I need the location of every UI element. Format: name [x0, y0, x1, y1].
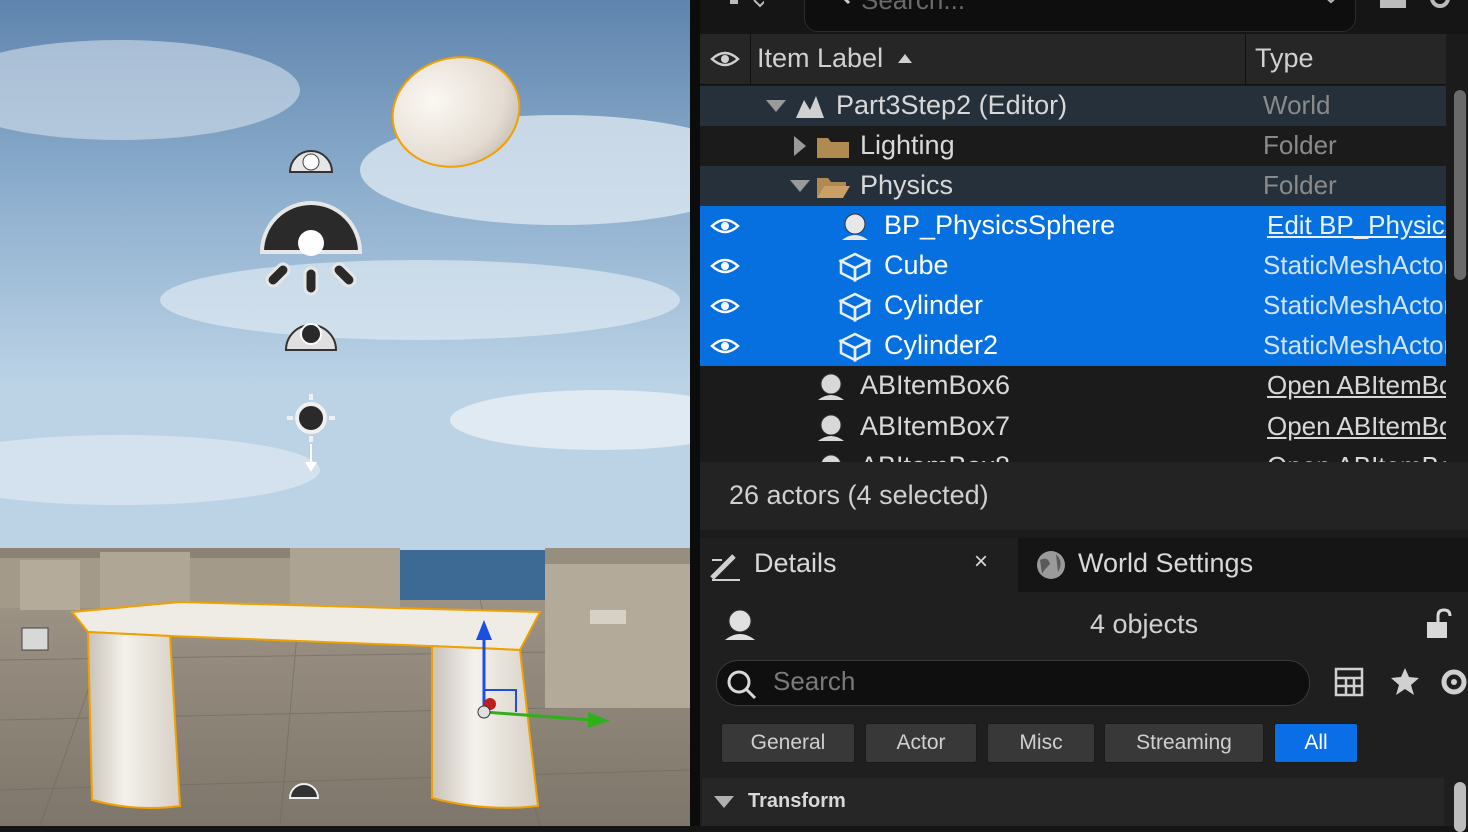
filter-actor-button[interactable]: Actor: [865, 723, 977, 763]
static-mesh-icon: [838, 252, 872, 282]
star-icon[interactable]: [1390, 666, 1422, 698]
row-label: Cylinder: [884, 290, 984, 320]
details-tab-bar: Details × World Settings: [700, 538, 1468, 592]
outliner-row-cylinder2[interactable]: Cylinder2 StaticMeshActor: [700, 326, 1446, 366]
details-search-input[interactable]: Search: [716, 660, 1310, 706]
outliner-column-header: Item Label Type: [700, 34, 1446, 85]
filter-icon[interactable]: [724, 0, 764, 10]
details-scrollbar[interactable]: [1450, 778, 1468, 832]
scrollbar-thumb[interactable]: [1454, 782, 1466, 832]
type-column[interactable]: Type: [1245, 34, 1447, 84]
item-label-column[interactable]: Item Label: [757, 43, 883, 74]
row-label: Part3Step2 (Editor): [836, 90, 1068, 120]
section-transform-label: Transform: [748, 790, 846, 812]
row-label: Cylinder2: [884, 330, 999, 360]
outliner-status-bar: 26 actors (4 selected): [700, 462, 1468, 530]
eye-icon[interactable]: [710, 294, 740, 318]
row-type: World: [1263, 90, 1331, 120]
eye-icon[interactable]: [710, 334, 740, 358]
row-type: StaticMeshActor: [1263, 330, 1446, 360]
search-icon: [727, 670, 757, 700]
actor-icon: [818, 414, 844, 441]
details-body: 4 objects Search General Actor Misc Stre…: [700, 592, 1468, 832]
actor-icon: [725, 609, 755, 640]
search-placeholder: Search...: [861, 0, 966, 15]
filter-all-button[interactable]: All: [1274, 723, 1358, 763]
static-mesh-icon: [838, 332, 872, 362]
pencil-icon: [710, 554, 740, 581]
outliner-row-cube[interactable]: Cube StaticMeshActor: [700, 246, 1446, 286]
actor-icon: [820, 454, 842, 462]
outliner-row-cylinder[interactable]: Cylinder StaticMeshActor: [700, 286, 1446, 326]
outliner-row-abitembox6[interactable]: ABItemBox6 Open ABItemBox: [700, 366, 1446, 406]
actor-icon: [818, 373, 844, 400]
viewport-scene[interactable]: [0, 0, 690, 826]
grid-icon[interactable]: [1334, 666, 1366, 698]
outliner-search-input[interactable]: Search...: [804, 0, 1356, 32]
eye-icon[interactable]: [710, 214, 740, 238]
tab-details[interactable]: Details ×: [700, 538, 1018, 592]
lock-icon[interactable]: [1424, 608, 1454, 640]
outliner-scrollbar[interactable]: [1448, 34, 1468, 462]
filter-general-button[interactable]: General: [721, 723, 855, 763]
row-type-link[interactable]: Open ABItemBox: [1267, 451, 1446, 462]
selection-count: 4 objects: [1090, 609, 1199, 639]
outliner-row-world[interactable]: Part3Step2 (Editor) World: [700, 86, 1446, 126]
type-column-label: Type: [1255, 43, 1314, 73]
row-type: Folder: [1263, 170, 1337, 200]
tab-details-label: Details: [754, 548, 837, 578]
filter-streaming-button[interactable]: Streaming: [1104, 723, 1264, 763]
expand-arrow-icon[interactable]: [766, 100, 786, 114]
expand-arrow-icon[interactable]: [790, 180, 810, 194]
world-icon: [796, 96, 824, 118]
row-type: Folder: [1263, 130, 1337, 160]
globe-icon: [1037, 551, 1065, 579]
close-icon[interactable]: ×: [974, 548, 988, 576]
row-type: StaticMeshActor: [1263, 250, 1446, 280]
outliner-row-bp-physicssphere[interactable]: BP_PhysicsSphere Edit BP_PhysicsSphere: [700, 206, 1446, 246]
search-icon: [843, 0, 851, 5]
static-mesh-icon: [838, 292, 872, 322]
level-viewport[interactable]: [0, 0, 690, 826]
actor-count: 26 actors (4 selected): [729, 480, 989, 510]
eye-icon: [710, 51, 740, 67]
row-label: Cube: [884, 250, 949, 280]
actor-icon: [842, 213, 868, 240]
row-label: BP_PhysicsSphere: [884, 210, 1116, 240]
eye-icon[interactable]: [710, 254, 740, 278]
collapse-arrow-icon[interactable]: [794, 136, 808, 156]
row-label: ABItemBox8: [860, 451, 1010, 462]
filter-misc-button[interactable]: Misc: [987, 723, 1095, 763]
expand-arrow-icon[interactable]: [714, 796, 734, 810]
row-label: ABItemBox7: [860, 411, 1011, 441]
search-placeholder: Search: [773, 666, 856, 696]
tab-world-settings[interactable]: World Settings: [1022, 538, 1468, 592]
folder-open-icon: [817, 178, 850, 198]
outliner-row-abitembox7[interactable]: ABItemBox7 Open ABItemBox: [700, 407, 1446, 447]
row-label: Physics: [860, 170, 954, 200]
gear-icon[interactable]: [1438, 666, 1468, 698]
outliner-toolbar: Search...: [700, 0, 1468, 34]
row-label: Lighting: [860, 130, 955, 160]
row-type: StaticMeshActor: [1263, 290, 1446, 320]
outliner-row-folder-physics[interactable]: Physics Folder: [700, 166, 1446, 206]
panel-splitter[interactable]: [690, 0, 700, 826]
tab-world-settings-label: World Settings: [1078, 548, 1254, 578]
add-icon[interactable]: [1378, 0, 1408, 10]
folder-icon: [817, 138, 849, 158]
section-transform[interactable]: Transform: [702, 778, 1444, 826]
row-type-link[interactable]: Open ABItemBox: [1267, 411, 1446, 442]
outliner-row-abitembox8[interactable]: ABItemBox8 Open ABItemBox: [700, 447, 1446, 462]
details-panel: Details × World Settings 4 objects Searc…: [700, 530, 1468, 832]
chevron-down-icon[interactable]: [1321, 0, 1341, 5]
world-outliner: Search... Item Label Type Part3Step2 (Ed…: [700, 0, 1468, 530]
sort-ascending-icon[interactable]: [898, 54, 912, 63]
row-type-link[interactable]: Open ABItemBox: [1267, 370, 1446, 401]
row-label: ABItemBox6: [860, 370, 1011, 400]
visibility-column[interactable]: [700, 34, 751, 84]
scrollbar-thumb[interactable]: [1454, 90, 1466, 280]
gear-icon[interactable]: [1426, 0, 1456, 14]
outliner-row-folder-lighting[interactable]: Lighting Folder: [700, 126, 1446, 166]
row-type-link[interactable]: Edit BP_PhysicsSphere: [1267, 210, 1446, 241]
